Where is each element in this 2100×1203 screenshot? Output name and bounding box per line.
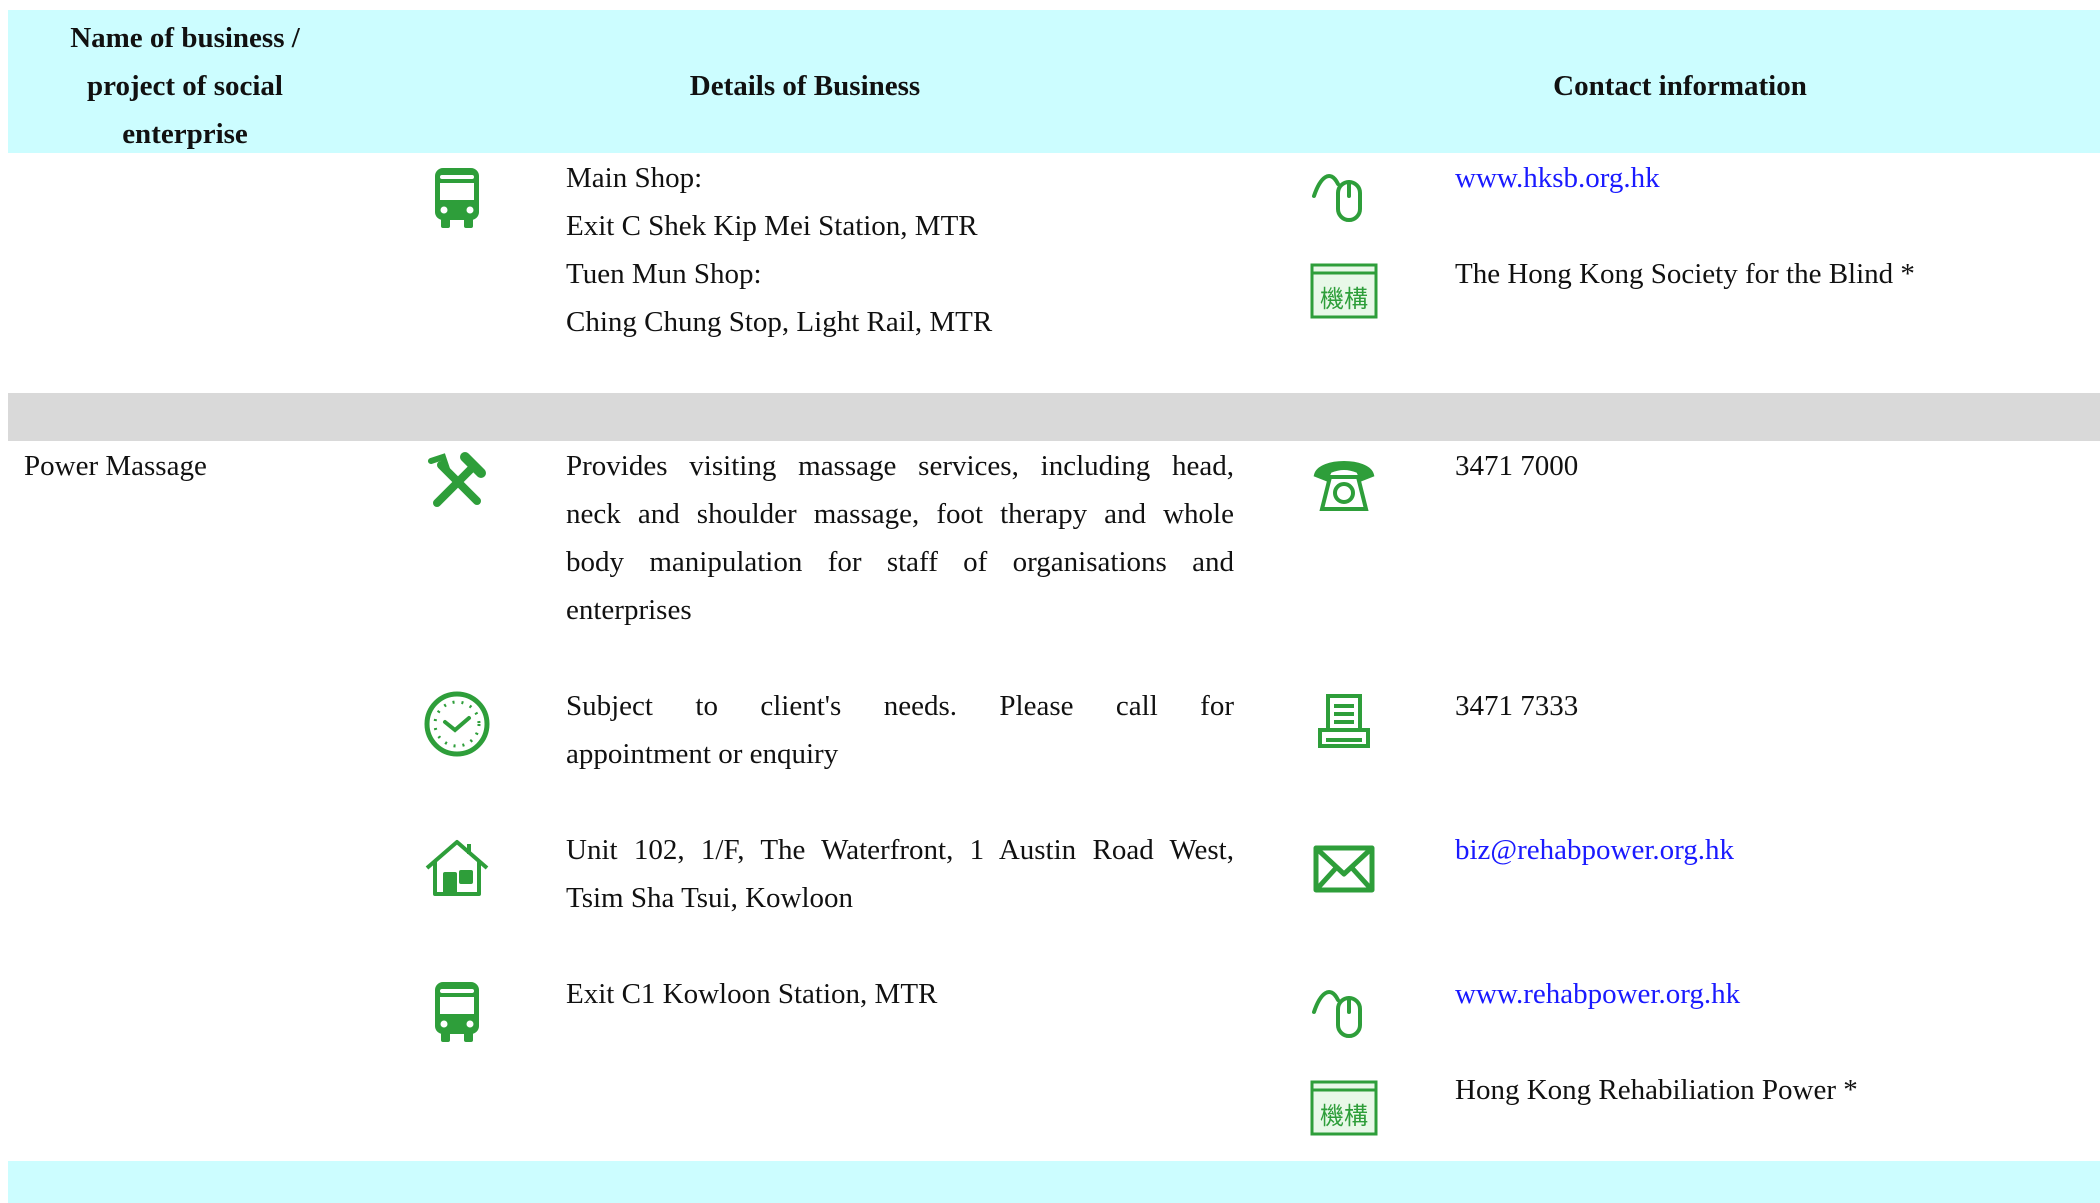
service-line: Provides visiting massage services, incl…: [566, 450, 1234, 482]
house-icon: [421, 832, 493, 904]
fax-icon: [1308, 688, 1380, 760]
service-line: body manipulation for staff of organisat…: [566, 546, 1234, 578]
transport-line: Exit C Shek Kip Mei Station, MTR: [566, 210, 978, 242]
transport-text: Exit C1 Kowloon Station, MTR: [566, 978, 938, 1010]
address-text: Unit 102, 1/F, The Waterfront, 1 Austin …: [566, 826, 1234, 922]
fax-number: 3471 7333: [1455, 690, 1579, 722]
organisation-icon: 機構: [1308, 1072, 1380, 1144]
mouse-web-icon: [1308, 160, 1380, 232]
clock-icon: [421, 688, 493, 760]
mouse-web-icon: [1308, 976, 1380, 1048]
tools-icon: [421, 447, 493, 519]
svg-text:機構: 機構: [1320, 285, 1368, 313]
envelope-icon: [1308, 832, 1380, 904]
hours-text: Subject to client's needs. Please call f…: [566, 682, 1234, 778]
organisation-name: Hong Kong Rehabiliation Power *: [1455, 1074, 1858, 1106]
organisation-icon: 機構: [1308, 255, 1380, 327]
website-link[interactable]: www.rehabpower.org.hk: [1455, 970, 1740, 1018]
hours-line: Subject to client's needs. Please call f…: [566, 690, 1234, 722]
telephone-icon: [1308, 449, 1380, 521]
business-name: Power Massage: [24, 450, 207, 482]
header-contact: Contact information: [1553, 70, 1807, 102]
transport-line: Main Shop:: [566, 162, 703, 194]
svg-text:機構: 機構: [1320, 1102, 1368, 1130]
organisation-name: The Hong Kong Society for the Blind *: [1455, 258, 1915, 290]
transport-line: Ching Chung Stop, Light Rail, MTR: [566, 306, 993, 338]
phone-number[interactable]: 3471 7000: [1455, 442, 1578, 490]
row-separator: [8, 393, 2100, 441]
email-link[interactable]: biz@rehabpower.org.hk: [1455, 826, 1734, 874]
header-name: Name of business / project of social ent…: [70, 22, 300, 150]
transport-text: Main Shop: Exit C Shek Kip Mei Station, …: [566, 154, 1086, 346]
address-line: Unit 102, 1/F, The Waterfront, 1 Austin …: [566, 834, 1234, 866]
header-details: Details of Business: [689, 70, 921, 102]
bus-icon: [421, 162, 493, 234]
table-footer-band: [8, 1161, 2100, 1203]
address-line: Tsim Sha Tsui, Kowloon: [566, 882, 854, 914]
hours-line: appointment or enquiry: [566, 738, 839, 770]
transport-line: Tuen Mun Shop:: [566, 258, 762, 290]
bus-icon: [421, 976, 493, 1048]
service-description: Provides visiting massage services, incl…: [566, 442, 1234, 634]
website-link[interactable]: www.hksb.org.hk: [1455, 154, 1660, 202]
service-line: neck and shoulder massage, foot therapy …: [566, 498, 1234, 530]
service-line: enterprises: [566, 594, 692, 626]
